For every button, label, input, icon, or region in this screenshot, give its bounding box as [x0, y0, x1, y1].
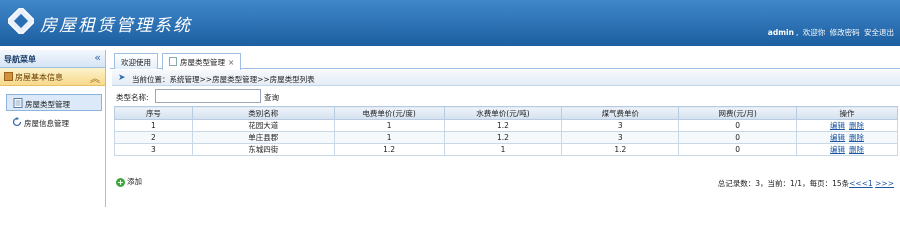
tab-welcome[interactable]: 欢迎使用: [114, 53, 158, 69]
edit-link[interactable]: 编辑: [830, 133, 845, 142]
table-row: 2 单庄县郡 1 1.2 3 0 编辑 删除: [114, 131, 898, 144]
tab-label: 欢迎使用: [121, 58, 151, 67]
search-label: 类型名称:: [116, 93, 149, 102]
page-icon: [169, 57, 177, 66]
cell-internet: 0: [678, 131, 798, 144]
sidebar-group-label: 房屋基本信息: [15, 73, 63, 82]
sidebar-item-house-info[interactable]: 房屋信息管理: [6, 114, 102, 131]
cell-index: 3: [114, 143, 193, 156]
delete-link[interactable]: 删除: [849, 145, 864, 154]
breadcrumb: ➤ 当前位置：系统管理>>房屋类型管理>>房屋类型列表: [112, 70, 900, 86]
cell-water: 1.2: [443, 131, 563, 144]
cell-water: 1: [443, 143, 563, 156]
logout-link[interactable]: 安全退出: [864, 28, 894, 37]
cell-gas: 3: [561, 131, 680, 144]
table-row: 3 东城四街 1.2 1 1.2 0 编辑 删除: [114, 143, 898, 156]
column-header: 水费单价(元/吨): [443, 106, 563, 120]
tab-bar: 欢迎使用 房屋类型管理 ×: [110, 50, 900, 70]
edit-link[interactable]: 编辑: [830, 145, 845, 154]
arrow-icon: ➤: [118, 73, 126, 83]
table-row: 1 花园大道 1 1.2 3 0 编辑 删除: [114, 119, 898, 132]
search-input[interactable]: [155, 89, 261, 103]
sidebar-group[interactable]: 房屋基本信息 ︽: [0, 68, 105, 86]
sidebar-header: 导航菜单 «: [0, 50, 105, 68]
delete-link[interactable]: 删除: [849, 121, 864, 130]
user-area: admin, 欢迎你 修改密码 安全退出: [767, 28, 894, 37]
pager-prev-link[interactable]: <<<1: [849, 179, 873, 188]
refresh-icon: [12, 117, 22, 127]
app-title: 房屋租赁管理系统: [40, 16, 192, 36]
sidebar: 导航菜单 « 房屋基本信息 ︽ 房屋类型管理 房屋信息管理: [0, 50, 106, 207]
cell-gas: 1.2: [561, 143, 680, 156]
pager-summary: 总记录数：3，当前：1/1，每页：15条: [717, 179, 850, 188]
close-icon[interactable]: ×: [228, 58, 234, 67]
change-password-link[interactable]: 修改密码: [830, 28, 860, 37]
cell-water: 1.2: [443, 119, 563, 132]
column-header: 电费单价(元/度): [333, 106, 445, 120]
add-icon: +: [116, 178, 125, 187]
column-header: 操作: [796, 106, 898, 120]
cell-index: 1: [114, 119, 193, 132]
tab-house-type[interactable]: 房屋类型管理 ×: [162, 53, 242, 70]
cell-gas: 3: [561, 119, 680, 132]
sidebar-title: 导航菜单: [4, 55, 36, 64]
sidebar-item-house-type[interactable]: 房屋类型管理: [6, 94, 102, 111]
chevron-up-icon: ︽: [90, 74, 100, 85]
cell-name: 单庄县郡: [191, 131, 335, 144]
cell-index: 2: [114, 131, 193, 144]
collapse-icon[interactable]: «: [94, 51, 101, 64]
add-label: 添加: [127, 177, 142, 186]
cell-internet: 0: [678, 119, 798, 132]
breadcrumb-text: 当前位置：系统管理>>房屋类型管理>>房屋类型列表: [132, 74, 315, 84]
column-header: 类别名称: [191, 106, 335, 120]
edit-link[interactable]: 编辑: [830, 121, 845, 130]
logo-icon: [8, 8, 34, 34]
cell-internet: 0: [678, 143, 798, 156]
welcome-text: 欢迎你: [802, 28, 826, 37]
folder-icon: [4, 72, 13, 81]
app-header: 房屋租赁管理系统 admin, 欢迎你 修改密码 安全退出: [0, 0, 900, 46]
cell-electric: 1: [333, 119, 445, 132]
cell-name: 东城四街: [191, 143, 335, 156]
tab-label: 房屋类型管理: [180, 58, 225, 67]
column-header: 序号: [114, 106, 193, 120]
cell-electric: 1.2: [333, 143, 445, 156]
house-type-table: 序号 类别名称 电费单价(元/度) 水费单价(元/吨) 煤气费单价 网费(元/月…: [114, 106, 898, 156]
cell-electric: 1: [333, 131, 445, 144]
username: admin: [767, 28, 794, 37]
column-header: 网费(元/月): [678, 106, 798, 120]
pagination: 总记录数：3，当前：1/1，每页：15条<<<1 >>>: [718, 178, 894, 189]
cell-name: 花园大道: [191, 119, 335, 132]
cell-actions: 编辑 删除: [796, 131, 898, 144]
cell-actions: 编辑 删除: [796, 143, 898, 156]
column-header: 煤气费单价: [561, 106, 680, 120]
sidebar-item-label: 房屋信息管理: [24, 118, 69, 128]
table-header-row: 序号 类别名称 电费单价(元/度) 水费单价(元/吨) 煤气费单价 网费(元/月…: [114, 106, 898, 120]
search-button[interactable]: 查询: [264, 92, 279, 103]
cell-actions: 编辑 删除: [796, 119, 898, 132]
delete-link[interactable]: 删除: [849, 133, 864, 142]
document-icon: [13, 98, 23, 108]
pager-next-link[interactable]: >>>: [875, 179, 894, 188]
sidebar-item-label: 房屋类型管理: [25, 99, 70, 109]
add-button[interactable]: + 添加: [116, 176, 142, 187]
